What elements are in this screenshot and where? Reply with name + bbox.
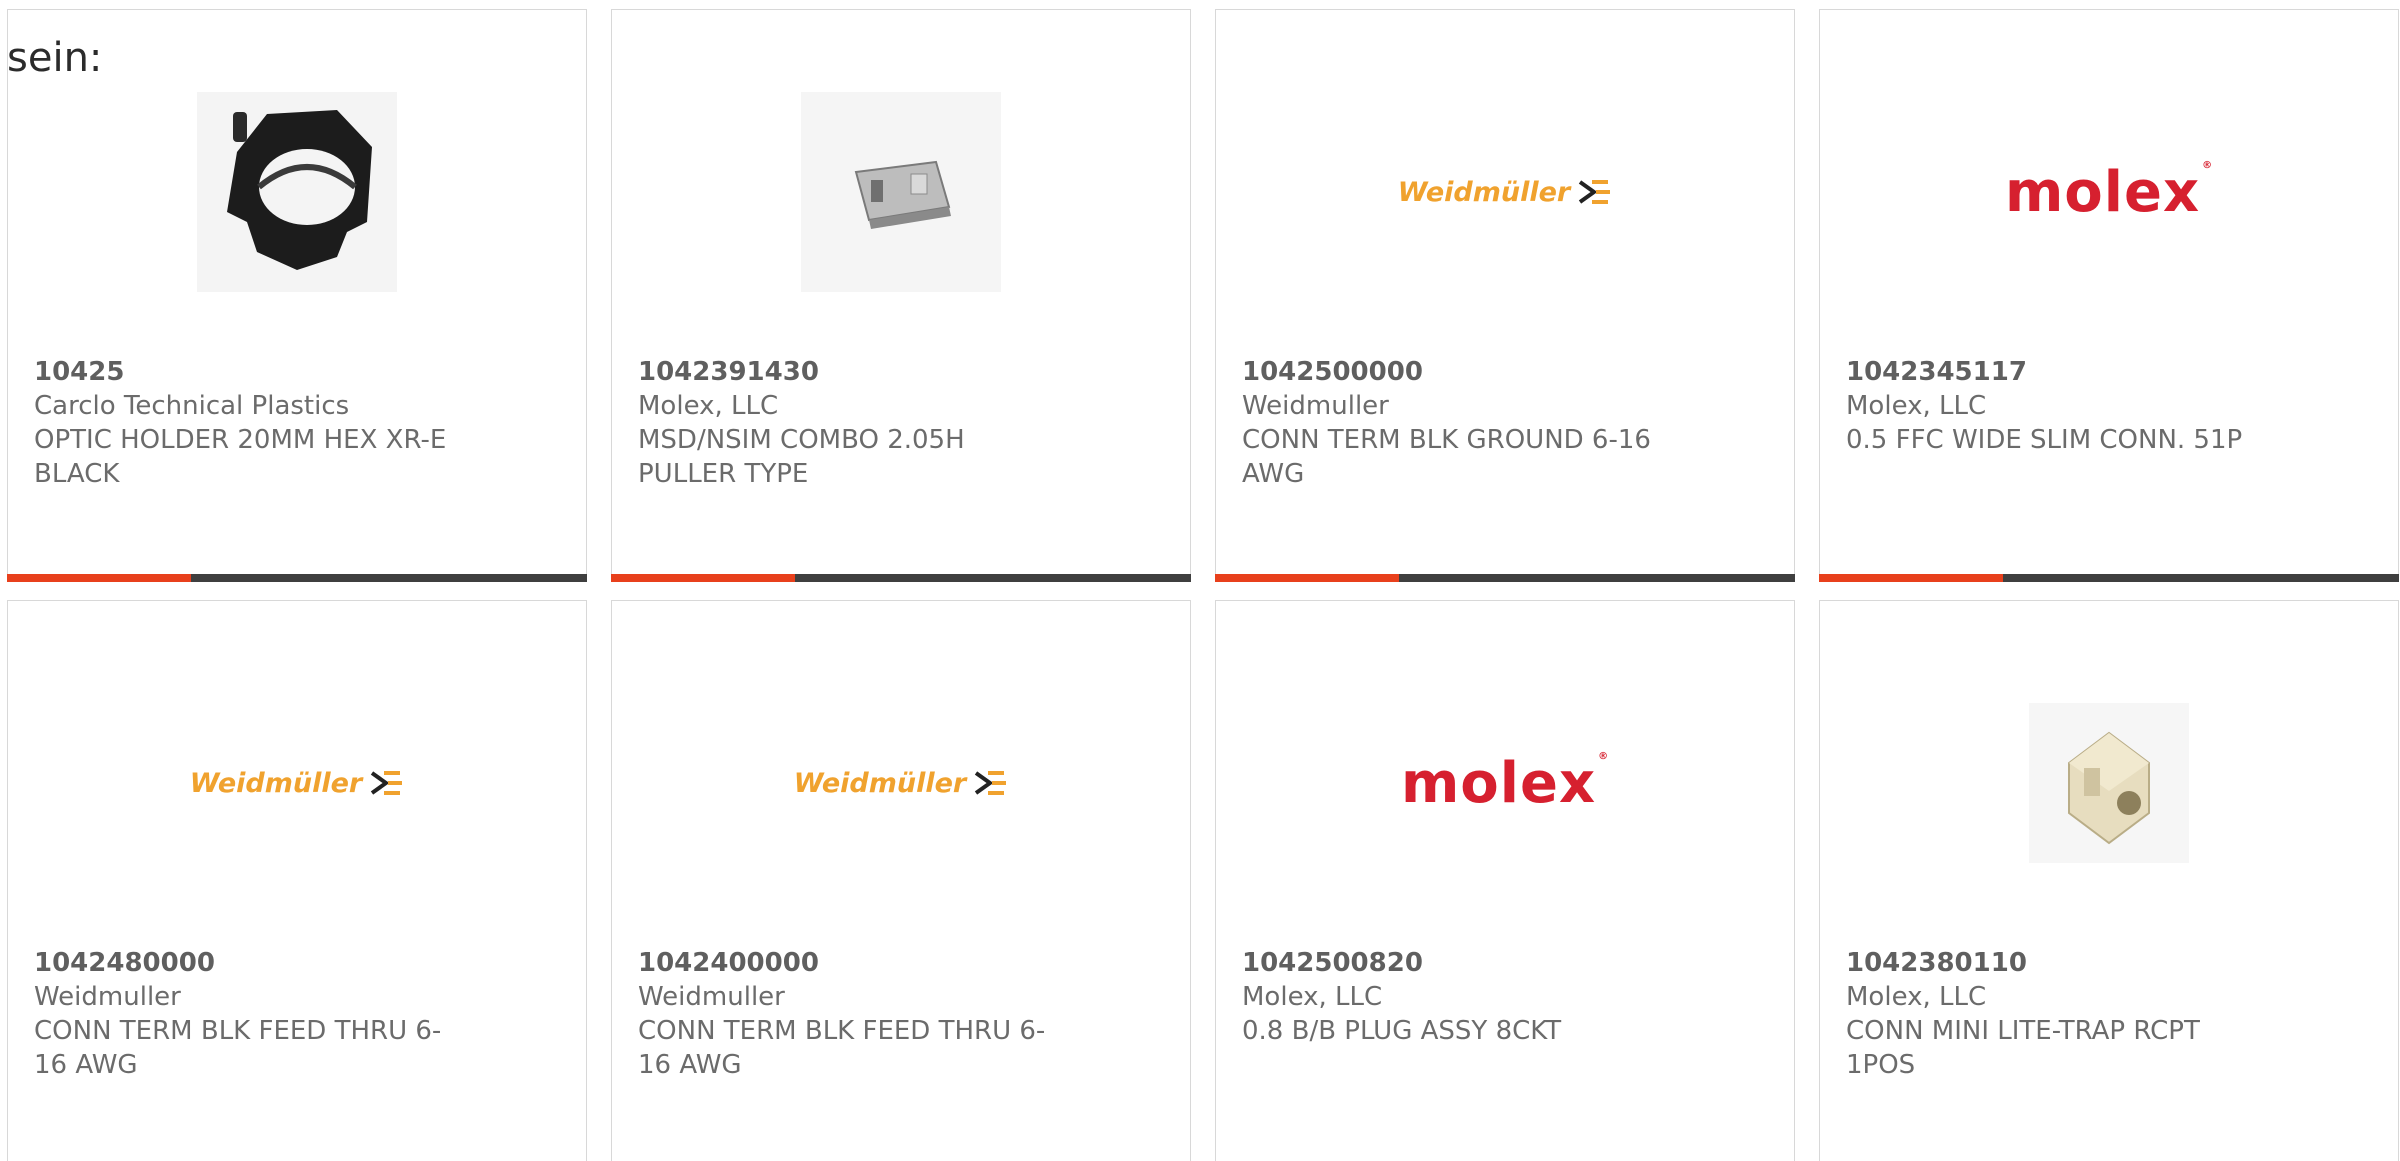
manufacturer: Molex, LLC — [1242, 982, 1383, 1012]
part-number[interactable]: 1042400000 — [638, 946, 1068, 980]
description-line: 16 AWG — [34, 1050, 138, 1080]
description-line: AWG — [1242, 459, 1305, 489]
product-image — [8, 85, 586, 299]
product-card[interactable]: Weidmüller 1042500000 Weidmuller CONN TE… — [1215, 9, 1795, 582]
molex-logo: molex ® — [1400, 750, 1610, 816]
product-image: Weidmüller — [612, 676, 1190, 890]
weidmuller-logo: Weidmüller — [1398, 177, 1612, 208]
card-accent-bar — [7, 574, 191, 582]
description-line: OPTIC HOLDER 20MM HEX XR-E — [34, 425, 447, 455]
description-line: CONN TERM BLK FEED THRU 6- — [34, 1016, 442, 1046]
part-number[interactable]: 1042345117 — [1846, 355, 2276, 389]
card-bottom-bar — [611, 574, 1191, 582]
product-info: 1042480000 Weidmuller CONN TERM BLK FEED… — [34, 946, 464, 1082]
product-info: 1042500820 Molex, LLC 0.8 B/B PLUG ASSY … — [1242, 946, 1672, 1048]
product-image: molex ® — [1216, 676, 1794, 890]
product-info: 1042380110 Molex, LLC CONN MINI LITE-TRA… — [1846, 946, 2276, 1082]
card-accent-bar — [611, 574, 795, 582]
product-card[interactable]: molex ® 1042500820 Molex, LLC 0.8 B/B PLU… — [1215, 600, 1795, 1161]
card-socket-photo — [801, 92, 1001, 292]
card-bottom-bar — [7, 574, 587, 582]
product-card[interactable]: Weidmüller 1042480000 Weidmuller CONN TE… — [7, 600, 587, 1161]
card-bottom-bar — [1215, 574, 1795, 582]
lite-trap-photo — [2029, 703, 2189, 863]
manufacturer: Weidmuller — [1242, 391, 1389, 421]
product-image — [612, 85, 1190, 299]
weidmuller-mark-icon — [371, 771, 403, 795]
product-info: 10425 Carclo Technical Plastics OPTIC HO… — [34, 355, 464, 491]
description-line: 1POS — [1846, 1050, 1916, 1080]
product-info: 1042345117 Molex, LLC 0.5 FFC WIDE SLIM … — [1846, 355, 2276, 457]
product-info: 1042391430 Molex, LLC MSD/NSIM COMBO 2.0… — [638, 355, 1068, 491]
manufacturer: Weidmuller — [638, 982, 785, 1012]
molex-logo: molex ® — [2004, 159, 2214, 225]
product-image: Weidmüller — [1216, 85, 1794, 299]
weidmuller-logo: Weidmüller — [190, 768, 404, 799]
description-line: CONN MINI LITE-TRAP RCPT — [1846, 1016, 2200, 1046]
part-number[interactable]: 1042500000 — [1242, 355, 1672, 389]
product-grid-page: sein: 10425 Carclo Technical Plastics OP… — [0, 0, 2400, 1161]
weidmuller-logo: Weidmüller — [794, 768, 1008, 799]
product-image: molex ® — [1820, 85, 2398, 299]
product-info: 1042500000 Weidmuller CONN TERM BLK GROU… — [1242, 355, 1672, 491]
manufacturer: Carclo Technical Plastics — [34, 391, 350, 421]
part-number[interactable]: 10425 — [34, 355, 464, 389]
product-card[interactable]: molex ® 1042345117 Molex, LLC 0.5 FFC WID… — [1819, 9, 2399, 582]
card-accent-bar — [1819, 574, 2003, 582]
manufacturer: Molex, LLC — [638, 391, 779, 421]
description-line: MSD/NSIM COMBO 2.05H — [638, 425, 965, 455]
card-accent-bar — [1215, 574, 1399, 582]
product-card[interactable]: 1042391430 Molex, LLC MSD/NSIM COMBO 2.0… — [611, 9, 1191, 582]
intro-text: sein: — [7, 35, 103, 81]
product-info: 1042400000 Weidmuller CONN TERM BLK FEED… — [638, 946, 1068, 1082]
product-card[interactable]: Weidmüller 1042400000 Weidmuller CONN TE… — [611, 600, 1191, 1161]
product-card[interactable]: 1042380110 Molex, LLC CONN MINI LITE-TRA… — [1819, 600, 2399, 1161]
weidmuller-mark-icon — [1579, 180, 1611, 204]
card-bottom-bar — [1819, 574, 2399, 582]
manufacturer: Molex, LLC — [1846, 391, 1987, 421]
part-number[interactable]: 1042391430 — [638, 355, 1068, 389]
part-number[interactable]: 1042380110 — [1846, 946, 2276, 980]
description-line: BLACK — [34, 459, 120, 489]
manufacturer: Weidmuller — [34, 982, 181, 1012]
product-card[interactable]: 10425 Carclo Technical Plastics OPTIC HO… — [7, 9, 587, 582]
description-line: CONN TERM BLK FEED THRU 6- — [638, 1016, 1046, 1046]
weidmuller-mark-icon — [975, 771, 1007, 795]
description-line: 16 AWG — [638, 1050, 742, 1080]
description-line: PULLER TYPE — [638, 459, 809, 489]
optic-holder-photo — [197, 92, 397, 292]
product-grid: 10425 Carclo Technical Plastics OPTIC HO… — [7, 9, 2399, 1161]
manufacturer: Molex, LLC — [1846, 982, 1987, 1012]
product-image — [1820, 676, 2398, 890]
part-number[interactable]: 1042480000 — [34, 946, 464, 980]
description-line: 0.5 FFC WIDE SLIM CONN. 51P — [1846, 425, 2243, 455]
description-line: CONN TERM BLK GROUND 6-16 — [1242, 425, 1651, 455]
part-number[interactable]: 1042500820 — [1242, 946, 1672, 980]
product-image: Weidmüller — [8, 676, 586, 890]
description-line: 0.8 B/B PLUG ASSY 8CKT — [1242, 1016, 1562, 1046]
